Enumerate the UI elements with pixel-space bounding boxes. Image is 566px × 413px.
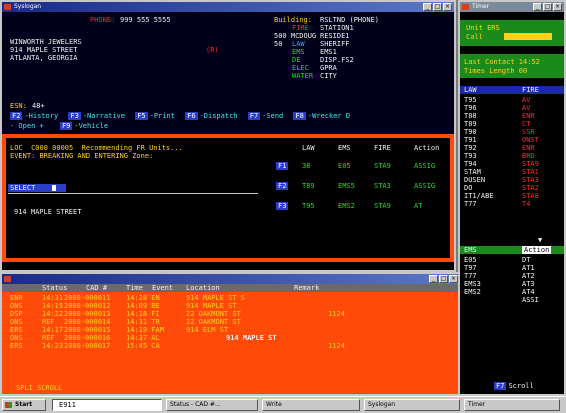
function-key-bar: F2 -History F3 -Narrative F5 -Print F6 -Disp… [10, 112, 350, 120]
status-table: ENR 14:31 2000-000011 14:28 EN 914 MAPLE ST … [10, 294, 345, 350]
recommend-panel: LOC C000 00005 Recommending FR Units... … [2, 134, 454, 262]
responder-agency: GPRA [320, 64, 337, 72]
windows-logo-icon [5, 402, 12, 408]
hdr-cad[interactable]: CAD # [86, 284, 107, 292]
hdr-location[interactable]: Location [186, 284, 220, 292]
app-icon [462, 4, 469, 10]
timer-title: Timer [472, 3, 490, 10]
unit-line: Unit ERS [466, 24, 500, 32]
call-line: Call [466, 33, 483, 41]
maximize-icon[interactable]: □ [439, 275, 448, 283]
maximize-icon[interactable]: □ [433, 3, 442, 11]
hdr-status[interactable]: Status [42, 284, 67, 292]
phone-label: PHONE: [90, 16, 116, 24]
start-button[interactable]: Start [2, 399, 46, 411]
fkey-narrative-button[interactable]: F3 -Narrative [68, 112, 131, 120]
esn-value: 48+ [32, 102, 45, 110]
call-value-bar [504, 33, 552, 40]
hdr-event[interactable]: Event [152, 284, 173, 292]
esn-label: ESN: [10, 102, 27, 110]
close-icon[interactable]: × [449, 275, 458, 283]
status-table-header: Status CAD # Time Event Location Remark [2, 284, 460, 292]
maximize-icon[interactable]: □ [543, 3, 552, 11]
select-field[interactable]: SELECT [8, 184, 66, 192]
fkey-dispatch-button[interactable]: F6 -Dispatch [185, 112, 243, 120]
fkey-wrecker-button[interactable]: F8 -Wrecker D [293, 112, 350, 120]
status-window: _ □ × Status CAD # Time Event Location R… [0, 272, 462, 396]
action-field: Action [522, 246, 552, 254]
col-ems: EMS [338, 144, 351, 152]
select-label: SELECT [10, 184, 36, 192]
timer-window: Timer _ □ × Unit ERS Call Last Contact 1… [458, 0, 566, 396]
app-icon [4, 276, 11, 282]
business-city: ATLANTA, GEORGIA [10, 54, 78, 62]
status-titlebar[interactable]: _ □ × [2, 274, 460, 284]
responder-type: ELEC [292, 64, 309, 72]
task-syslogan[interactable]: Syslogan [364, 399, 460, 411]
scroll-status: SPLI SCROLL [16, 384, 63, 392]
timer-call-block: Unit ERS Call [460, 20, 564, 46]
timer-ems-header: EMS Action [460, 246, 564, 254]
function-key-bar-2: - Open + F9 -Vehicle [10, 122, 108, 130]
building-value: RSLTND (PHONE) [320, 16, 380, 24]
caller-info-panel: PHONE: 999 555 5555 WINWORTH JEWELERS 91… [2, 12, 454, 134]
responder-type: DE [292, 56, 301, 64]
hdr-remark[interactable]: Remark [294, 284, 319, 292]
taskbar: Start E911 Status - CAD #... Write Syslo… [0, 396, 566, 413]
minimize-icon[interactable]: _ [533, 3, 542, 11]
fkey-send-button[interactable]: F7 -Send [247, 112, 290, 120]
recommend-line: LOC C000 00005 Recommending FR Units... [10, 144, 183, 152]
responder-agency: RESIDE1 [320, 32, 350, 40]
fkey-history-button[interactable]: F2 -History [10, 112, 64, 120]
scroll-down-icon[interactable]: ▼ [538, 236, 542, 244]
main-titlebar[interactable]: Syslogan _ □ × [2, 2, 454, 12]
time-length: Times Length 00 [464, 67, 528, 75]
phone-value: 999 555 5555 [120, 16, 171, 24]
responder-type: EMS [292, 48, 305, 56]
responder-agency: EMS1 [320, 48, 337, 56]
col-action: Action [414, 144, 440, 152]
timer-unit-header: LAW FIRE [460, 86, 564, 94]
responder-agency: DISP.FS2 [320, 56, 354, 64]
minimize-icon[interactable]: _ [429, 275, 438, 283]
task-timer[interactable]: Timer [464, 399, 560, 411]
responder-agency: SHERIFF [320, 40, 350, 48]
task-status[interactable]: Status - CAD #... [166, 399, 258, 411]
business-name: WINWORTH JEWELERS [10, 38, 82, 46]
event-line: EVENT: BREAKING AND ENTERING Zone: [10, 152, 154, 160]
responder-agency: CITY [320, 72, 337, 80]
command-input[interactable]: E911 [52, 399, 162, 411]
col-law: LAW [302, 144, 315, 152]
open-toggle[interactable]: - Open + [10, 122, 44, 130]
close-icon[interactable]: × [443, 3, 452, 11]
responder-type: LAW [292, 40, 305, 48]
last-contact: Last Contact 14:52 [464, 58, 540, 66]
business-address: 914 MAPLE STREET [10, 46, 78, 54]
main-window: Syslogan _ □ × PHONE: 999 555 5555 WINWO… [0, 0, 456, 272]
responder-area: 50 [274, 40, 283, 48]
location-code: (R) [206, 46, 219, 54]
responder-agency: STATION1 [320, 24, 354, 32]
hdr-time[interactable]: Time [126, 284, 143, 292]
location-address: 914 MAPLE STREET [14, 208, 82, 216]
timer-titlebar[interactable]: Timer _ □ × [460, 2, 564, 12]
col-fire: FIRE [374, 144, 391, 152]
app-icon [4, 4, 11, 10]
task-write[interactable]: Write [262, 399, 360, 411]
fkey-print-button[interactable]: F5 -Print [135, 112, 181, 120]
minimize-icon[interactable]: _ [423, 3, 432, 11]
responder-area: 500 MCDOUG [274, 32, 317, 40]
text-cursor [52, 185, 56, 191]
close-icon[interactable]: × [553, 3, 562, 11]
timer-contact-block: Last Contact 14:52 Times Length 00 [460, 54, 564, 78]
window-title: Syslogan [14, 3, 42, 10]
responder-type: WATER [292, 72, 314, 80]
building-label: Building: [274, 16, 312, 24]
responder-type: FIRE [292, 24, 309, 32]
fkey-vehicle-button[interactable]: F9 -Vehicle [59, 122, 108, 130]
timer-scroll-button[interactable]: F7 Scroll [494, 382, 534, 390]
divider [8, 193, 258, 194]
